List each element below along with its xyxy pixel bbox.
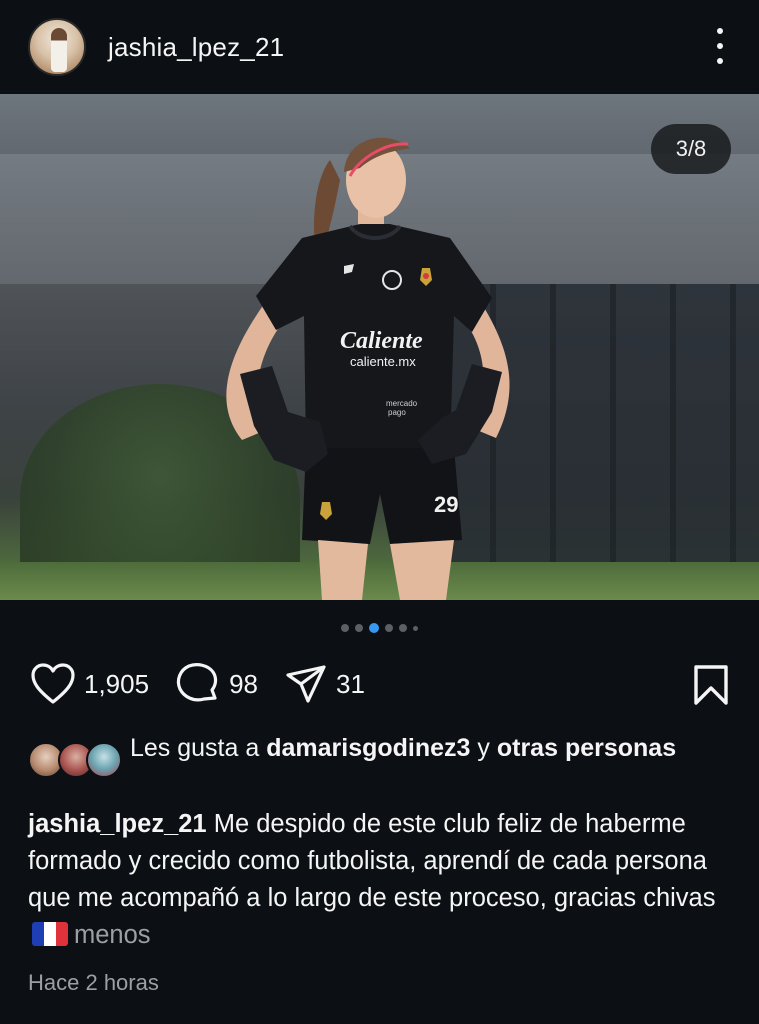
bookmark-icon[interactable] — [692, 664, 730, 711]
comment-button[interactable]: 98 — [175, 662, 258, 706]
send-icon — [284, 663, 328, 705]
like-button[interactable]: 1,905 — [30, 662, 149, 706]
caption-less-link[interactable]: menos — [74, 921, 151, 949]
comments-count: 98 — [229, 668, 258, 699]
share-button[interactable]: 31 — [284, 663, 365, 705]
jersey-number: 29 — [434, 492, 458, 517]
post-caption: jashia_lpez_21 Me despido de este club f… — [28, 806, 728, 954]
shares-count: 31 — [336, 668, 365, 699]
liked-by[interactable]: Les gusta a damarisgodinez3 y otras pers… — [28, 732, 728, 782]
liked-by-text: Les gusta a damarisgodinez3 y otras pers… — [130, 732, 676, 782]
french-flag-icon — [32, 922, 68, 946]
more-options-icon[interactable] — [715, 28, 725, 64]
jersey-sponsor: Caliente — [340, 328, 423, 354]
liked-by-prefix: Les gusta a — [130, 734, 260, 762]
post-username[interactable]: jashia_lpez_21 — [108, 32, 284, 63]
caption-username[interactable]: jashia_lpez_21 — [28, 810, 207, 838]
liked-by-user[interactable]: damarisgodinez3 — [266, 734, 470, 762]
post-actions: 1,905 98 31 — [30, 660, 730, 708]
post-photo[interactable]: Caliente caliente.mx mercado pago 29 3/8 — [0, 94, 759, 600]
jersey-sponsor-2a: mercado — [386, 399, 418, 408]
carousel-dot — [413, 625, 418, 631]
liked-by-joiner: y — [477, 734, 490, 762]
comment-icon — [175, 662, 221, 706]
post-timestamp: Hace 2 horas — [28, 970, 159, 995]
liked-by-avatars — [28, 742, 124, 782]
carousel-dot — [385, 624, 393, 632]
liked-by-others[interactable]: otras personas — [497, 734, 676, 762]
carousel-dot — [355, 624, 363, 632]
jersey-sponsor-url: caliente.mx — [350, 354, 416, 369]
profile-avatar[interactable] — [28, 18, 86, 76]
likes-count: 1,905 — [84, 668, 150, 699]
carousel-dot-active — [369, 623, 379, 633]
slide-counter: 3/8 — [651, 124, 731, 174]
carousel-dot — [399, 624, 407, 632]
jersey-sponsor-2b: pago — [388, 408, 406, 417]
post-header: jashia_lpez_21 — [0, 0, 759, 94]
carousel-dots — [0, 620, 759, 636]
liker-avatar — [86, 742, 122, 778]
carousel-dot — [341, 624, 349, 632]
heart-icon — [30, 662, 76, 706]
goalkeeper-figure: Caliente caliente.mx mercado pago 29 — [226, 137, 510, 600]
